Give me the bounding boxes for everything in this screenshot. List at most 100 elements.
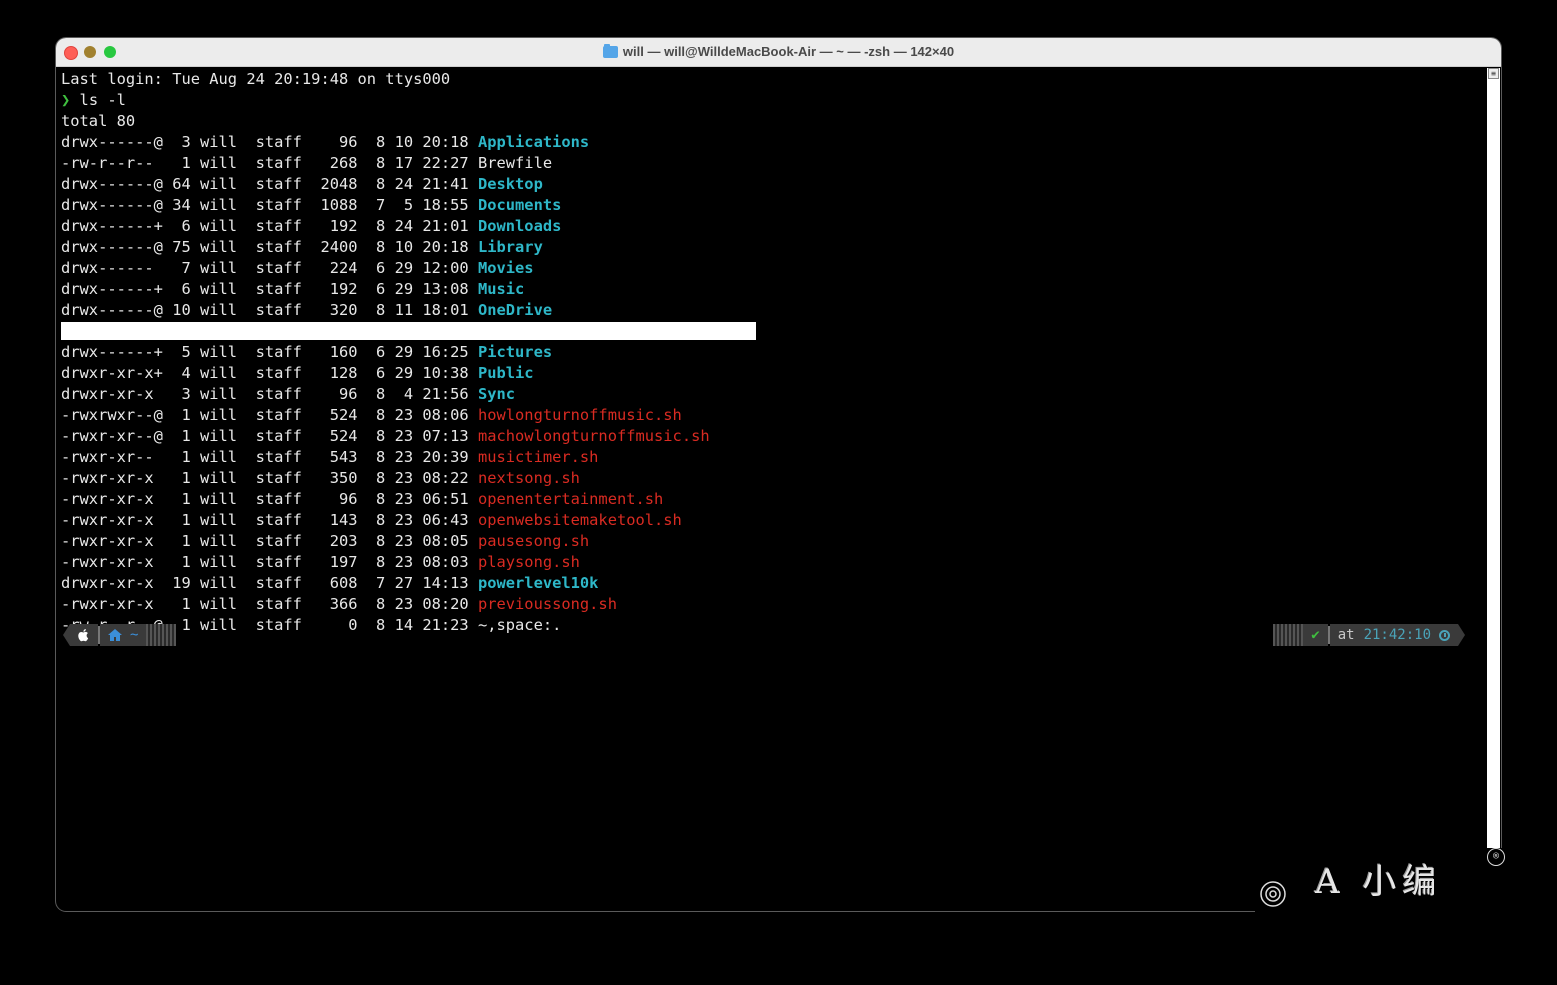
listing-row: drwx------@ 34 will staff 1088 7 5 18:55… xyxy=(61,195,1476,216)
prompt-left-segment: ~ xyxy=(63,624,177,646)
listing-row: -rwxrwxr--@ 1 will staff 524 8 23 08:06 … xyxy=(61,405,1476,426)
file-meta: drwxr-xr-x+ 4 will staff 128 6 29 10:38 xyxy=(61,364,478,382)
file-meta: drwx------@ 10 will staff 320 8 11 18:01 xyxy=(61,301,478,319)
file-meta: drwx------@ 3 will staff 96 8 10 20:18 xyxy=(61,133,478,151)
window-title: will — will@WilldeMacBook-Air — ~ — -zsh… xyxy=(56,44,1501,59)
file-name: playsong.sh xyxy=(477,553,580,571)
listing-row: -rw-r--r-- 1 will staff 268 8 17 22:27 B… xyxy=(61,153,1476,174)
listing-row: -rwxr-xr-x 1 will staff 203 8 23 08:05 p… xyxy=(61,531,1476,552)
listing-row: -rwxr-xr-x 1 will staff 143 8 23 06:43 o… xyxy=(61,510,1476,531)
file-meta: drwx------ 7 will staff 224 6 29 12:00 xyxy=(61,259,478,277)
scrollbar[interactable] xyxy=(1487,68,1500,849)
file-name: openentertainment.sh xyxy=(477,490,664,508)
directory-name: Pictures xyxy=(477,343,553,361)
file-meta: -rwxr-xr-- 1 will staff 543 8 23 20:39 xyxy=(61,448,478,466)
current-path: ~ xyxy=(130,627,139,643)
total-line: total 80 xyxy=(61,112,136,130)
directory-name: Desktop xyxy=(477,175,543,193)
directory-name: Public xyxy=(477,364,534,382)
file-meta: drwx------@ 75 will staff 2400 8 10 20:1… xyxy=(61,238,478,256)
directory-name: Movies xyxy=(477,259,534,277)
listing-row: drwxr-xr-x+ 4 will staff 128 6 29 10:38 … xyxy=(61,363,1476,384)
listing-row: -rwxr-xr-x 1 will staff 350 8 23 08:22 n… xyxy=(61,468,1476,489)
title-bar[interactable]: will — will@WilldeMacBook-Air — ~ — -zsh… xyxy=(56,38,1501,67)
listing-row: drwx------@ 64 will staff 2048 8 24 21:4… xyxy=(61,174,1476,195)
last-login-line: Last login: Tue Aug 24 20:19:48 on ttys0… xyxy=(61,70,451,88)
listing-row: drwx------ 7 will staff 224 6 29 12:00 M… xyxy=(61,258,1476,279)
listing-row: -rwxr-xr-x 1 will staff 197 8 23 08:03 p… xyxy=(61,552,1476,573)
file-name: musictimer.sh xyxy=(477,448,599,466)
listing-row: drwx------+ 6 will staff 192 6 29 13:08 … xyxy=(61,279,1476,300)
listing-row: drwxr-xr-x 19 will staff 608 7 27 14:13 … xyxy=(61,573,1476,594)
listing-row: -rwxr-xr--@ 1 will staff 524 8 23 07:13 … xyxy=(61,426,1476,447)
window-title-text: will — will@WilldeMacBook-Air — ~ — -zsh… xyxy=(622,44,955,59)
directory-name: Library xyxy=(477,238,543,256)
file-meta: -rw-r--r-- 1 will staff 268 8 17 22:27 xyxy=(61,154,478,172)
scroll-marker-button[interactable]: ≡ xyxy=(1488,68,1499,79)
registered-mark: ® xyxy=(1487,848,1505,866)
prompt-left-cap xyxy=(63,624,70,646)
file-name: openwebsitemaketool.sh xyxy=(477,511,682,529)
file-name: machowlongturnoffmusic.sh xyxy=(477,427,710,445)
directory-name: Applications xyxy=(477,133,590,151)
terminal-output[interactable]: Last login: Tue Aug 24 20:19:48 on ttys0… xyxy=(61,69,1476,899)
listing-row: drwxr-xr-x 3 will staff 96 8 4 21:56 Syn… xyxy=(61,384,1476,405)
apple-icon xyxy=(78,629,89,642)
home-icon xyxy=(108,629,122,641)
file-meta: -rwxr-xr-x 1 will staff 197 8 23 08:03 xyxy=(61,553,478,571)
file-meta: -rwxrwxr--@ 1 will staff 524 8 23 08:06 xyxy=(61,406,478,424)
watermark-text: A 小编 xyxy=(1315,862,1443,902)
terminal-window: will — will@WilldeMacBook-Air — ~ — -zsh… xyxy=(56,38,1501,911)
folder-icon xyxy=(602,44,618,58)
swirl-logo-icon xyxy=(1260,881,1286,907)
file-meta: -rwxr-xr--@ 1 will staff 524 8 23 07:13 xyxy=(61,427,478,445)
prompt-right-cap xyxy=(1458,624,1465,646)
directory-name: Downloads xyxy=(477,217,562,235)
listing-bottom: drwx------+ 5 will staff 160 6 29 16:25 … xyxy=(61,342,1476,636)
selected-row-highlight[interactable] xyxy=(61,322,756,340)
file-meta: -rwxr-xr-x 1 will staff 143 8 23 06:43 xyxy=(61,511,478,529)
file-meta: drwxr-xr-x 3 will staff 96 8 4 21:56 xyxy=(61,385,478,403)
file-name: previoussong.sh xyxy=(477,595,617,613)
listing-row: -rwxr-xr-x 1 will staff 96 8 23 06:51 op… xyxy=(61,489,1476,510)
success-check-icon: ✔ xyxy=(1311,627,1320,643)
prompt-time: 21:42:10 xyxy=(1363,627,1431,643)
clock-icon xyxy=(1439,629,1450,641)
file-meta: drwxr-xr-x 19 will staff 608 7 27 14:13 xyxy=(61,574,478,592)
prompt-right-segment: ✔ at 21:42:10 xyxy=(1273,624,1465,646)
directory-name: Documents xyxy=(477,196,562,214)
directory-name: Sync xyxy=(477,385,516,403)
listing-row: -rwxr-xr-x 1 will staff 366 8 23 08:20 p… xyxy=(61,594,1476,615)
directory-name: powerlevel10k xyxy=(477,574,599,592)
command-line: ❯ ls -l xyxy=(61,90,1476,111)
at-label: at xyxy=(1337,627,1355,643)
file-meta: -rwxr-xr-x 1 will staff 366 8 23 08:20 xyxy=(61,595,478,613)
prompt-right-dither xyxy=(1273,624,1304,646)
file-name: ~,space:. xyxy=(477,616,562,634)
dir-segment: ~ xyxy=(100,624,147,646)
status-segment: ✔ xyxy=(1303,624,1328,646)
listing-row: -rw-r--r--@ 1 will staff 0 8 14 21:23 ~,… xyxy=(61,615,1476,636)
directory-name: Music xyxy=(477,280,525,298)
file-meta: drwx------@ 64 will staff 2048 8 24 21:4… xyxy=(61,175,478,193)
os-segment xyxy=(70,624,98,646)
listing-row: -rwxr-xr-- 1 will staff 543 8 23 20:39 m… xyxy=(61,447,1476,468)
listing-row: drwx------@ 3 will staff 96 8 10 20:18 A… xyxy=(61,132,1476,153)
file-meta: drwx------@ 34 will staff 1088 7 5 18:55 xyxy=(61,196,478,214)
listing-row: drwx------+ 5 will staff 160 6 29 16:25 … xyxy=(61,342,1476,363)
file-name: nextsong.sh xyxy=(477,469,580,487)
directory-name: OneDrive xyxy=(477,301,553,319)
command-text: ls -l xyxy=(70,91,126,109)
file-meta: -rwxr-xr-x 1 will staff 96 8 23 06:51 xyxy=(61,490,478,508)
watermark: A 小编 ® xyxy=(1255,848,1510,918)
listing-top: drwx------@ 3 will staff 96 8 10 20:18 A… xyxy=(61,132,1476,321)
file-meta: -rwxr-xr-x 1 will staff 350 8 23 08:22 xyxy=(61,469,478,487)
file-meta: drwx------+ 6 will staff 192 6 29 13:08 xyxy=(61,280,478,298)
time-segment: at 21:42:10 xyxy=(1329,624,1458,646)
listing-row: drwx------@ 10 will staff 320 8 11 18:01… xyxy=(61,300,1476,321)
listing-row: drwx------@ 75 will staff 2400 8 10 20:1… xyxy=(61,237,1476,258)
file-meta: -rwxr-xr-x 1 will staff 203 8 23 08:05 xyxy=(61,532,478,550)
prompt-symbol: ❯ xyxy=(61,91,71,109)
file-name: howlongturnoffmusic.sh xyxy=(477,406,682,424)
file-meta: drwx------+ 6 will staff 192 8 24 21:01 xyxy=(61,217,478,235)
